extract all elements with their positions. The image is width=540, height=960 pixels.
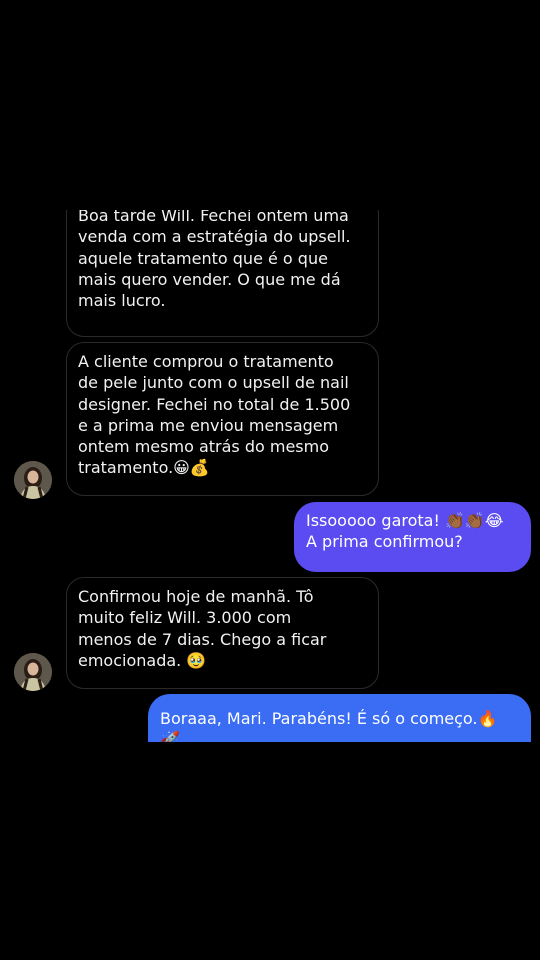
message-bubble-outgoing[interactable]: Issooooo garota! 👏🏾👏🏾😂 A prima confirmou…: [294, 502, 531, 572]
message-bubble-incoming[interactable]: Boa tarde Will. Fechei ontem uma venda c…: [66, 210, 379, 337]
contact-avatar[interactable]: [14, 653, 52, 691]
message-bubble-incoming[interactable]: A cliente comprou o tratamento de pele j…: [66, 342, 379, 496]
avatar-photo-icon: [14, 653, 52, 691]
message-bubble-outgoing[interactable]: Boraaa, Mari. Parabéns! É só o começo.🔥 …: [148, 694, 531, 742]
chat-thread[interactable]: Boa tarde Will. Fechei ontem uma venda c…: [0, 210, 540, 742]
avatar-photo-icon: [14, 461, 52, 499]
message-bubble-incoming[interactable]: Confirmou hoje de manhã. Tô muito feliz …: [66, 577, 379, 689]
contact-avatar[interactable]: [14, 461, 52, 499]
